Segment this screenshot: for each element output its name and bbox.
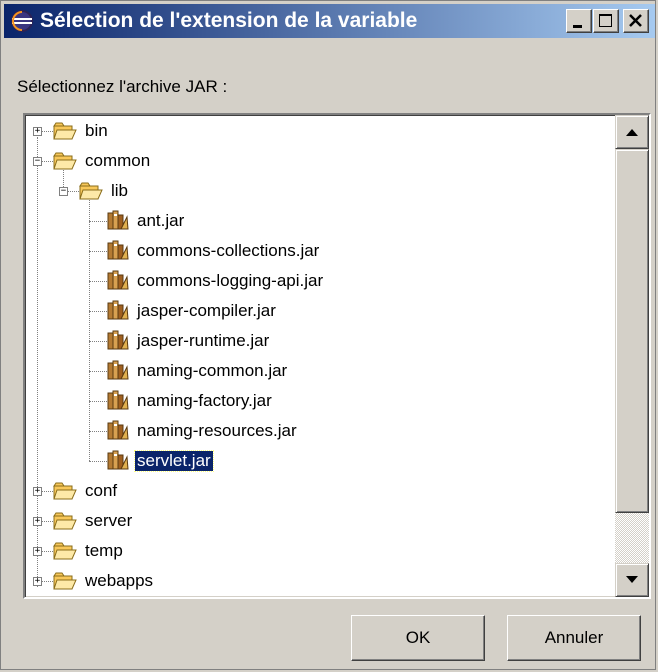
tree-node-label: naming-factory.jar — [137, 391, 272, 410]
tree-jar-node[interactable]: naming-factory.jar — [105, 389, 505, 413]
tree-folder-node[interactable]: webapps — [53, 569, 453, 593]
minimize-icon — [573, 25, 582, 28]
expand-toggle[interactable]: + — [33, 517, 42, 526]
jar-tree[interactable]: + bin − common − lib ant.jar commons-collection… — [23, 113, 651, 599]
tree-folder-node[interactable]: server — [53, 509, 453, 533]
ok-button[interactable]: OK — [351, 615, 485, 661]
tree-node-label: naming-resources.jar — [137, 421, 297, 440]
tree-node-label: server — [85, 511, 133, 530]
arrow-up-icon — [626, 129, 638, 136]
jar-icon — [105, 449, 129, 473]
expand-toggle[interactable]: + — [33, 127, 42, 136]
maximize-button[interactable] — [593, 9, 619, 33]
folder-icon — [53, 119, 77, 143]
jar-icon — [105, 269, 129, 293]
jar-icon — [105, 389, 129, 413]
folder-icon — [79, 179, 103, 203]
tree-jar-node[interactable]: servlet.jar — [105, 449, 505, 473]
tree-jar-node[interactable]: jasper-runtime.jar — [105, 329, 505, 353]
tree-node-label: lib — [111, 181, 129, 200]
tree-jar-node[interactable]: naming-common.jar — [105, 359, 505, 383]
jar-icon — [105, 419, 129, 443]
tree-node-label: commons-collections.jar — [137, 241, 320, 260]
tree-content: + bin − common − lib ant.jar commons-collection… — [25, 115, 615, 597]
close-icon — [629, 14, 642, 27]
tree-folder-node[interactable]: temp — [53, 539, 453, 563]
expand-toggle[interactable]: + — [33, 577, 42, 586]
title-bar[interactable]: Sélection de l'extension de la variable — [4, 4, 655, 38]
tree-jar-node[interactable]: commons-collections.jar — [105, 239, 505, 263]
scroll-thumb[interactable] — [615, 149, 649, 513]
tree-node-label: webapps — [85, 571, 154, 590]
tree-node-label: servlet.jar — [134, 450, 214, 472]
arrow-down-icon — [626, 576, 638, 583]
tree-node-label: jasper-runtime.jar — [137, 331, 270, 350]
tree-node-label: naming-common.jar — [137, 361, 288, 380]
eclipse-icon — [11, 10, 33, 32]
tree-jar-node[interactable]: naming-resources.jar — [105, 419, 505, 443]
tree-node-label: common — [85, 151, 151, 170]
collapse-toggle[interactable]: − — [33, 157, 42, 166]
maximize-icon — [599, 14, 612, 27]
jar-icon — [105, 359, 129, 383]
expand-toggle[interactable]: + — [33, 547, 42, 556]
folder-icon — [53, 479, 77, 503]
close-button[interactable] — [623, 9, 649, 33]
folder-icon — [53, 569, 77, 593]
tree-jar-node[interactable]: ant.jar — [105, 209, 505, 233]
folder-icon — [53, 539, 77, 563]
tree-node-label: ant.jar — [137, 211, 185, 230]
tree-node-label: commons-logging-api.jar — [137, 271, 324, 290]
dialog-window: Sélection de l'extension de la variable … — [0, 0, 656, 670]
jar-icon — [105, 239, 129, 263]
jar-icon — [105, 329, 129, 353]
tree-jar-node[interactable]: commons-logging-api.jar — [105, 269, 505, 293]
tree-node-label: jasper-compiler.jar — [137, 301, 276, 320]
minimize-button[interactable] — [566, 9, 592, 33]
jar-icon — [105, 299, 129, 323]
tree-node-label: bin — [85, 121, 108, 140]
window-title: Sélection de l'extension de la variable — [40, 9, 418, 32]
tree-folder-node[interactable]: lib — [79, 179, 479, 203]
vertical-scrollbar[interactable] — [615, 115, 649, 597]
tree-folder-node[interactable]: conf — [53, 479, 453, 503]
tree-node-label: temp — [85, 541, 123, 560]
scroll-up-button[interactable] — [615, 115, 649, 149]
tree-jar-node[interactable]: jasper-compiler.jar — [105, 299, 505, 323]
folder-icon — [53, 149, 77, 173]
tree-connector — [89, 197, 90, 461]
tree-node-label: conf — [85, 481, 118, 500]
prompt-label: Sélectionnez l'archive JAR : — [17, 77, 228, 96]
cancel-button[interactable]: Annuler — [507, 615, 641, 661]
jar-icon — [105, 209, 129, 233]
tree-folder-node[interactable]: common — [53, 149, 453, 173]
expand-toggle[interactable]: + — [33, 487, 42, 496]
tree-folder-node[interactable]: bin — [53, 119, 453, 143]
folder-icon — [53, 509, 77, 533]
scroll-down-button[interactable] — [615, 563, 649, 597]
collapse-toggle[interactable]: − — [59, 187, 68, 196]
